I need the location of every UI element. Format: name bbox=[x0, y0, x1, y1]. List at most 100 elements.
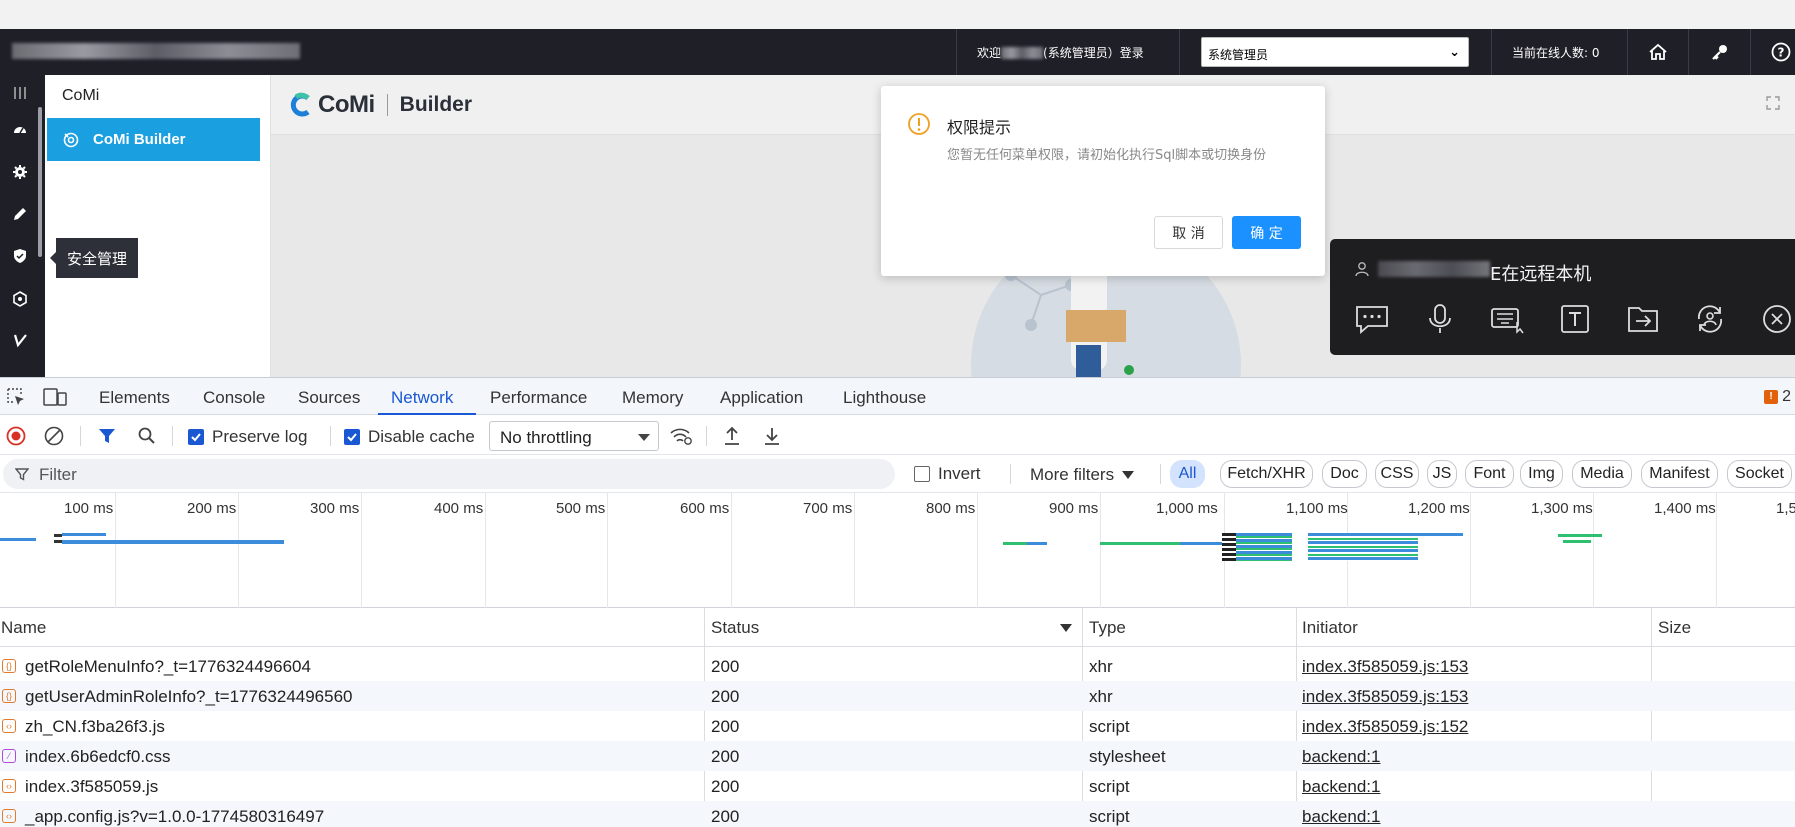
export-har-icon[interactable] bbox=[761, 425, 783, 447]
dialog-title: 权限提示 bbox=[947, 118, 1012, 137]
disable-cache-checkbox[interactable]: Disable cache bbox=[344, 427, 475, 447]
import-har-icon[interactable] bbox=[721, 425, 743, 447]
column-header-initiator[interactable]: Initiator bbox=[1302, 608, 1358, 646]
waterfall-bar bbox=[1563, 540, 1591, 543]
role-select[interactable]: 系统管理员 ⌄ bbox=[1201, 37, 1469, 67]
sort-descending-icon bbox=[1060, 624, 1072, 632]
preserve-log-checkbox[interactable]: Preserve log bbox=[188, 427, 307, 447]
request-status: 200 bbox=[711, 717, 740, 736]
filter-chip-doc[interactable]: Doc bbox=[1322, 460, 1367, 488]
welcome-text: 欢迎 (系统管理员）登录 bbox=[977, 46, 1144, 60]
invert-checkbox[interactable]: Invert bbox=[914, 464, 981, 484]
tab-lighthouse[interactable]: Lighthouse bbox=[843, 388, 926, 408]
filter-placeholder: Filter bbox=[39, 465, 77, 484]
table-row[interactable]: ‹› index.3f585059.js 200 script backend:… bbox=[0, 771, 1795, 801]
key-icon[interactable] bbox=[1707, 40, 1733, 64]
network-overview[interactable]: 100 ms 200 ms 300 ms 400 ms 500 ms 600 m… bbox=[0, 493, 1795, 608]
request-name: index.6b6edcf0.css bbox=[25, 747, 171, 766]
filter-chip-img[interactable]: Img bbox=[1520, 460, 1563, 488]
tab-memory[interactable]: Memory bbox=[622, 388, 683, 408]
tab-console[interactable]: Console bbox=[203, 388, 265, 408]
switch-user-icon[interactable] bbox=[1690, 299, 1730, 339]
tab-network[interactable]: Network bbox=[391, 388, 453, 408]
table-row[interactable]: ⁄ index.6b6edcf0.css 200 stylesheet back… bbox=[0, 741, 1795, 771]
timeline-tick: 700 ms bbox=[803, 500, 853, 517]
record-icon[interactable] bbox=[5, 425, 27, 447]
request-initiator[interactable]: backend:1 bbox=[1302, 777, 1380, 797]
request-initiator[interactable]: index.3f585059.js:153 bbox=[1302, 687, 1468, 707]
request-initiator[interactable]: index.3f585059.js:153 bbox=[1302, 657, 1468, 677]
filter-chip-all[interactable]: All bbox=[1170, 460, 1205, 488]
dashboard-icon[interactable] bbox=[8, 118, 32, 142]
table-row[interactable]: ‹› _app.config.js?v=1.0.0-1774580316497 … bbox=[0, 801, 1795, 827]
menu-item-comi-builder[interactable]: CoMi Builder bbox=[47, 118, 260, 161]
request-initiator[interactable]: backend:1 bbox=[1302, 747, 1380, 767]
app-title-redacted bbox=[12, 43, 300, 59]
home-icon[interactable] bbox=[1645, 40, 1671, 64]
filter-chip-socket[interactable]: Socket bbox=[1727, 460, 1792, 488]
waterfall-bar bbox=[1003, 542, 1027, 545]
shield-icon[interactable] bbox=[8, 244, 32, 268]
throttling-select[interactable]: No throttling bbox=[489, 421, 659, 451]
waterfall-bar bbox=[1236, 533, 1292, 561]
ok-button[interactable]: 确 定 bbox=[1232, 216, 1301, 249]
edit-icon[interactable] bbox=[8, 202, 32, 226]
column-header-size[interactable]: Size bbox=[1658, 608, 1691, 646]
filter-chip-manifest[interactable]: Manifest bbox=[1641, 460, 1718, 488]
more-filters-dropdown[interactable]: More filters bbox=[1030, 465, 1135, 485]
chat-icon[interactable] bbox=[1352, 299, 1392, 339]
issues-counter[interactable]: ! 2 bbox=[1764, 388, 1791, 406]
column-header-name[interactable]: Name bbox=[1, 608, 46, 646]
request-initiator[interactable]: index.3f585059.js:152 bbox=[1302, 717, 1468, 737]
expand-icon[interactable] bbox=[1765, 95, 1781, 116]
tab-elements[interactable]: Elements bbox=[99, 388, 170, 408]
filter-icon[interactable] bbox=[96, 426, 118, 446]
tab-performance[interactable]: Performance bbox=[490, 388, 587, 408]
network-conditions-icon[interactable] bbox=[668, 425, 694, 447]
pen-icon[interactable] bbox=[8, 328, 32, 352]
filter-chip-css[interactable]: CSS bbox=[1375, 460, 1419, 488]
column-header-status[interactable]: Status bbox=[711, 608, 759, 646]
checkbox-checked-icon bbox=[344, 429, 360, 445]
request-type: stylesheet bbox=[1089, 747, 1166, 766]
xhr-icon: {} bbox=[2, 689, 16, 703]
browser-top-strip bbox=[0, 0, 1795, 29]
menu-icon[interactable] bbox=[8, 81, 32, 105]
device-toolbar-icon[interactable] bbox=[43, 387, 67, 407]
clear-icon[interactable] bbox=[43, 425, 65, 447]
settings-icon[interactable] bbox=[8, 160, 32, 184]
cancel-button[interactable]: 取 消 bbox=[1154, 216, 1223, 249]
menu-title: CoMi bbox=[62, 87, 100, 104]
request-initiator[interactable]: backend:1 bbox=[1302, 807, 1380, 827]
icon-sidebar bbox=[0, 75, 45, 377]
text-icon[interactable] bbox=[1555, 299, 1595, 339]
timeline-tick: 1,200 ms bbox=[1408, 500, 1470, 517]
inspect-element-icon[interactable] bbox=[5, 387, 27, 407]
table-row[interactable]: {} getRoleMenuInfo?_t=1776324496604 200 … bbox=[0, 651, 1795, 681]
filter-chip-font[interactable]: Font bbox=[1465, 460, 1514, 488]
microphone-icon[interactable] bbox=[1420, 299, 1460, 339]
timeline-tick: 1,5 bbox=[1776, 500, 1795, 517]
network-icon[interactable] bbox=[8, 287, 32, 311]
tab-application[interactable]: Application bbox=[720, 388, 803, 408]
column-header-type[interactable]: Type bbox=[1089, 608, 1126, 646]
search-icon[interactable] bbox=[136, 426, 158, 446]
close-icon[interactable] bbox=[1757, 299, 1795, 339]
tooltip-security: 安全管理 bbox=[50, 238, 138, 278]
remote-toolbar bbox=[1352, 299, 1791, 339]
keyboard-icon[interactable] bbox=[1487, 299, 1527, 339]
filter-chip-media[interactable]: Media bbox=[1572, 460, 1632, 488]
filter-chip-fetch-xhr[interactable]: Fetch/XHR bbox=[1220, 460, 1313, 488]
table-row[interactable]: {} getUserAdminRoleInfo?_t=1776324496560… bbox=[0, 681, 1795, 711]
filter-input[interactable]: Filter bbox=[3, 459, 895, 489]
sidebar-scrollbar[interactable] bbox=[38, 107, 42, 257]
transfer-icon[interactable] bbox=[1623, 299, 1663, 339]
network-filterbar: Filter Invert More filters All Fetch/XHR… bbox=[0, 455, 1795, 493]
filter-chip-js[interactable]: JS bbox=[1427, 460, 1457, 488]
request-name: getUserAdminRoleInfo?_t=1776324496560 bbox=[25, 687, 353, 706]
table-row[interactable]: ‹› zh_CN.f3ba26f3.js 200 script index.3f… bbox=[0, 711, 1795, 741]
tab-sources[interactable]: Sources bbox=[298, 388, 360, 408]
help-icon[interactable]: ? bbox=[1768, 40, 1794, 64]
request-name: getRoleMenuInfo?_t=1776324496604 bbox=[25, 657, 311, 676]
waterfall-bar bbox=[1308, 533, 1418, 561]
